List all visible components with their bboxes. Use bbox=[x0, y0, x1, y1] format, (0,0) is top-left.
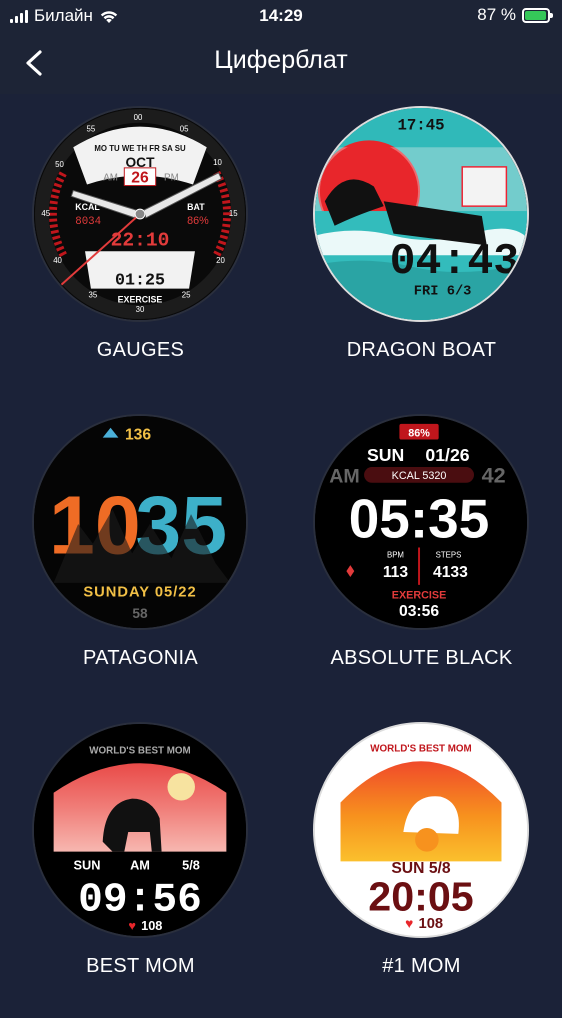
main-time: 04:43 bbox=[390, 237, 520, 286]
dial-number-55: 55 bbox=[87, 125, 96, 134]
watch-face-card-dragon-boat[interactable]: 17:45 04:43 FRI 6/3 DRAGON BOAT bbox=[281, 94, 562, 402]
watch-face-name: PATAGONIA bbox=[83, 647, 198, 669]
dial-number-25: 25 bbox=[182, 290, 191, 299]
status-bar-right: 87 % bbox=[477, 5, 553, 25]
battery-badge: 86% bbox=[408, 428, 430, 440]
status-bar: Билайн 14:29 87 % bbox=[0, 0, 562, 32]
page-title: Циферблат bbox=[214, 46, 348, 74]
watch-face-preview: 00 05 10 15 20 25 30 35 40 45 50 55 MO T… bbox=[32, 106, 248, 322]
date-text: FRI 6/3 bbox=[414, 283, 472, 299]
dial-number-45: 45 bbox=[41, 209, 50, 218]
best-mom-face-graphic: WORLD'S BEST MOM SUN AM 5/8 09:56 ♥ 108 bbox=[34, 724, 246, 936]
watch-face-grid: 00 05 10 15 20 25 30 35 40 45 50 55 MO T… bbox=[0, 94, 562, 1000]
dial-number-50: 50 bbox=[55, 160, 64, 169]
watch-face-name: BEST MOM bbox=[86, 955, 195, 977]
exercise-timer: 03:56 bbox=[399, 603, 439, 620]
bat-label: BAT bbox=[187, 202, 205, 212]
top-value: 136 bbox=[125, 427, 151, 444]
bat-value: 86% bbox=[187, 215, 209, 227]
steps-value: 4133 bbox=[433, 564, 468, 581]
number-one-mom-face-graphic: WORLD'S BEST MOM SUN 5/8 20:05 ♥ 108 bbox=[315, 724, 527, 936]
main-time: 20:05 bbox=[368, 873, 473, 919]
arc-title: WORLD'S BEST MOM bbox=[89, 745, 190, 756]
arc-title: WORLD'S BEST MOM bbox=[370, 743, 471, 754]
gauges-face-graphic: 00 05 10 15 20 25 30 35 40 45 50 55 MO T… bbox=[34, 108, 246, 320]
watch-face-card-gauges[interactable]: 00 05 10 15 20 25 30 35 40 45 50 55 MO T… bbox=[0, 94, 281, 402]
bpm-value: 113 bbox=[383, 564, 409, 581]
main-time: 05:35 bbox=[349, 488, 490, 550]
kcal-text: KCAL 5320 bbox=[392, 470, 447, 482]
main-time: 09:56 bbox=[78, 877, 202, 923]
watch-face-card-number-one-mom[interactable]: WORLD'S BEST MOM SUN 5/8 20:05 ♥ 108 #1 … bbox=[281, 710, 562, 1018]
heart-icon: ♥ bbox=[128, 918, 136, 933]
dial-number-35: 35 bbox=[89, 290, 98, 299]
dial-number-10: 10 bbox=[213, 158, 222, 167]
heart-icon: ♥ bbox=[405, 916, 413, 931]
watch-face-name: #1 MOM bbox=[382, 955, 461, 977]
watch-face-name: ABSOLUTE BLACK bbox=[330, 647, 513, 669]
watch-face-preview: WORLD'S BEST MOM SUN AM 5/8 09:56 ♥ 108 bbox=[32, 722, 248, 938]
date-text: 01/26 bbox=[425, 445, 469, 465]
watch-face-card-patagonia[interactable]: 136 10 35 SUNDAY 05/22 58 PATAGONIA bbox=[0, 402, 281, 710]
heart-rate: 108 bbox=[141, 918, 162, 933]
date-text: 5/8 bbox=[182, 857, 200, 872]
steps-label: STEPS bbox=[436, 550, 462, 559]
top-time: 17:45 bbox=[397, 117, 444, 135]
battery-icon bbox=[522, 7, 553, 23]
bottom-value: 58 bbox=[132, 606, 148, 621]
watch-face-card-best-mom[interactable]: WORLD'S BEST MOM SUN AM 5/8 09:56 ♥ 108 … bbox=[0, 710, 281, 1018]
watch-face-name: GAUGES bbox=[96, 339, 185, 361]
day-text: SUN bbox=[74, 857, 101, 872]
patagonia-face-graphic: 136 10 35 SUNDAY 05/22 58 bbox=[34, 416, 246, 628]
watch-face-preview: 86% SUN 01/26 AM 42 KCAL 5320 05:35 BPM … bbox=[313, 414, 529, 630]
watch-face-card-absolute-black[interactable]: 86% SUN 01/26 AM 42 KCAL 5320 05:35 BPM … bbox=[281, 402, 562, 710]
am-text: AM bbox=[130, 857, 150, 872]
dial-number-20: 20 bbox=[216, 256, 225, 265]
exercise-label: EXERCISE bbox=[392, 590, 447, 602]
kcal-value: 8034 bbox=[75, 216, 101, 228]
date-text: 26 bbox=[131, 170, 149, 187]
absolute-black-face-graphic: 86% SUN 01/26 AM 42 KCAL 5320 05:35 BPM … bbox=[315, 416, 527, 628]
heart-rate: 108 bbox=[419, 916, 444, 932]
bpm-label: BPM bbox=[387, 550, 404, 559]
day-text: SUN bbox=[367, 445, 404, 465]
dial-number-15: 15 bbox=[229, 209, 238, 218]
am-text: AM bbox=[103, 173, 118, 184]
nav-bar: Циферблат bbox=[0, 32, 562, 94]
watch-face-preview: 17:45 04:43 FRI 6/3 bbox=[313, 106, 529, 322]
watch-face-name: DRAGON BOAT bbox=[346, 339, 497, 361]
watch-face-preview: 136 10 35 SUNDAY 05/22 58 bbox=[32, 414, 248, 630]
pm-text: PM bbox=[164, 173, 179, 184]
dial-number-30: 30 bbox=[136, 305, 145, 314]
watch-face-preview: WORLD'S BEST MOM SUN 5/8 20:05 ♥ 108 bbox=[313, 722, 529, 938]
dial-number-05: 05 bbox=[180, 125, 189, 134]
weekday-strip: MO TU WE TH FR SA SU bbox=[94, 144, 186, 153]
am-text: AM bbox=[329, 466, 360, 488]
exercise-label: EXERCISE bbox=[118, 294, 163, 304]
battery-percent: 87 % bbox=[477, 5, 516, 24]
dial-number-00: 00 bbox=[134, 113, 143, 122]
dial-number-40: 40 bbox=[53, 256, 62, 265]
seconds-text: 42 bbox=[482, 463, 506, 488]
date-text: SUNDAY 05/22 bbox=[83, 585, 196, 601]
dragon-boat-face-graphic: 17:45 04:43 FRI 6/3 bbox=[315, 108, 527, 320]
exercise-timer: 01:25 bbox=[115, 272, 165, 291]
